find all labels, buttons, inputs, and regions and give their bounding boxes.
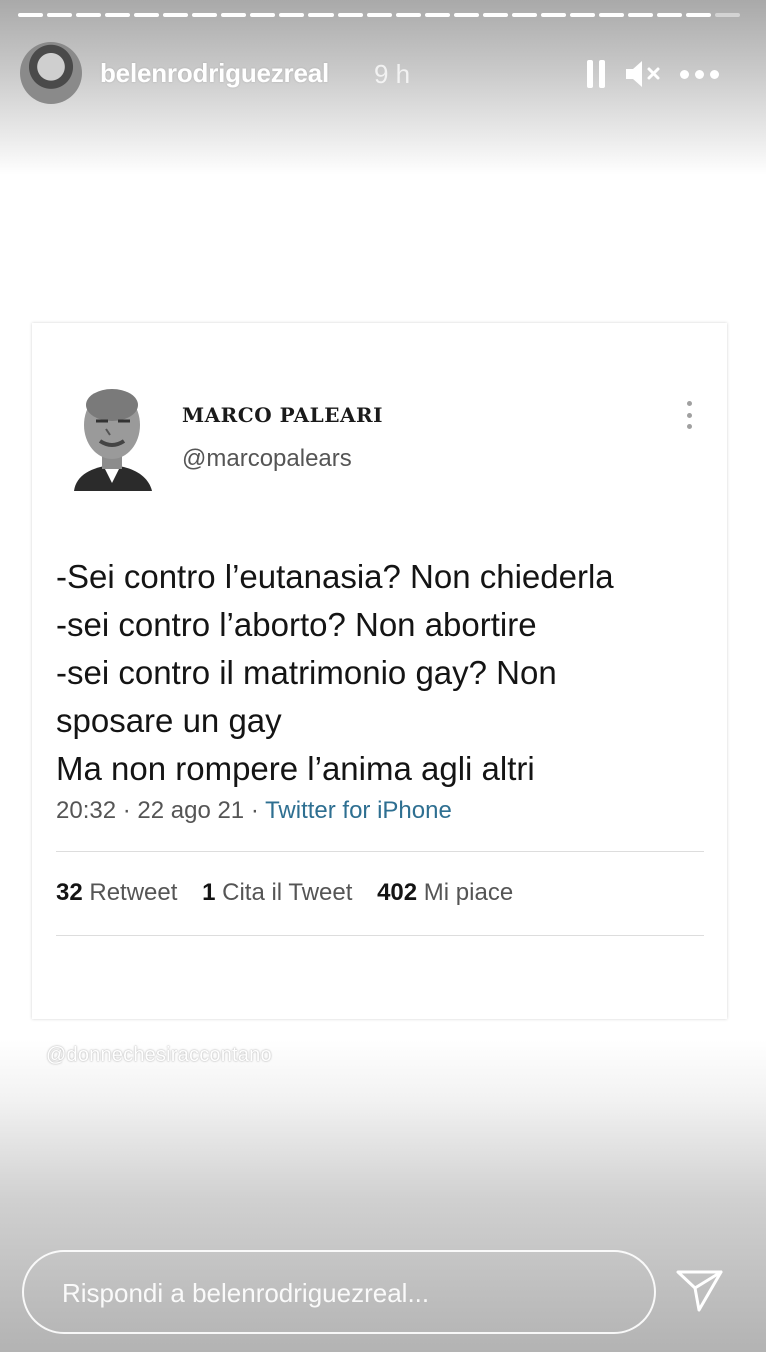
tweet-text: -Sei contro l’eutanasia? Non chiederla -… bbox=[56, 553, 716, 793]
progress-segment bbox=[308, 13, 334, 17]
progress-segment bbox=[337, 13, 363, 17]
tweet-text-line: -Sei contro l’eutanasia? Non chiederla bbox=[56, 558, 614, 595]
progress-segment bbox=[18, 13, 44, 17]
tweet-author-handle[interactable]: @marcopalears bbox=[182, 445, 352, 473]
progress-segment bbox=[657, 13, 683, 17]
progress-segment bbox=[366, 13, 392, 17]
tweet-card: MARCO PALEARI @marcopalears -Sei contro … bbox=[32, 323, 727, 1019]
send-icon[interactable] bbox=[675, 1268, 725, 1314]
progress-segment bbox=[105, 13, 131, 17]
tweet-source: Twitter for iPhone bbox=[265, 797, 452, 824]
progress-segment bbox=[511, 13, 537, 17]
like-count: 402 bbox=[377, 879, 418, 906]
tweet-author-name[interactable]: MARCO PALEARI bbox=[182, 403, 383, 427]
progress-segment bbox=[598, 13, 624, 17]
progress-segment bbox=[569, 13, 595, 17]
retweet-count: 32 bbox=[56, 879, 83, 906]
reply-placeholder: Rispondi a belenrodriguezreal... bbox=[62, 1278, 430, 1308]
progress-segment bbox=[279, 13, 305, 17]
tweet-text-line: -sei contro l’aborto? Non abortire bbox=[56, 606, 537, 643]
pause-icon[interactable] bbox=[584, 58, 608, 90]
quote-label: Cita il Tweet bbox=[222, 879, 353, 906]
story-progress-bar bbox=[18, 13, 741, 17]
progress-segment bbox=[134, 13, 160, 17]
more-options-icon[interactable] bbox=[676, 58, 722, 90]
progress-segment bbox=[482, 13, 508, 17]
story-timestamp: 9 h bbox=[374, 59, 411, 89]
mute-icon[interactable] bbox=[624, 58, 664, 90]
tweet-date: 20:32 · 22 ago 21 · bbox=[56, 797, 266, 824]
progress-segment bbox=[76, 13, 102, 17]
profile-avatar[interactable] bbox=[20, 42, 82, 104]
progress-segment bbox=[250, 13, 276, 17]
divider bbox=[56, 851, 704, 852]
quote-count: 1 bbox=[202, 879, 216, 906]
progress-segment bbox=[424, 13, 450, 17]
like-label: Mi piace bbox=[423, 879, 514, 906]
progress-segment bbox=[540, 13, 566, 17]
progress-segment bbox=[163, 13, 189, 17]
retweet-label: Retweet bbox=[89, 879, 178, 906]
story-header: belenrodriguezreal 9 h bbox=[18, 40, 748, 108]
progress-segment bbox=[47, 13, 73, 17]
tweet-text-line: -sei contro il matrimonio gay? Non bbox=[56, 654, 557, 691]
progress-segment bbox=[221, 13, 247, 17]
tweet-timestamp: 20:32 · 22 ago 21 · Twitter for iPhone bbox=[56, 797, 452, 825]
tweet-stats: 32 Retweet 1 Cita il Tweet 402 Mi piace bbox=[56, 879, 513, 907]
progress-segment bbox=[395, 13, 421, 17]
tweet-text-line: Ma non rompere l’anima agli altri bbox=[56, 750, 535, 787]
story-viewer: belenrodriguezreal 9 h MARCO PALEARI @ma… bbox=[0, 0, 766, 1352]
story-watermark: @donnechesiraccontano bbox=[46, 1044, 272, 1066]
progress-segment bbox=[453, 13, 479, 17]
reply-input[interactable]: Rispondi a belenrodriguezreal... bbox=[22, 1250, 656, 1334]
divider bbox=[56, 935, 704, 936]
profile-username[interactable]: belenrodriguezreal bbox=[100, 58, 329, 89]
progress-segment bbox=[627, 13, 654, 17]
tweet-more-icon bbox=[681, 401, 697, 429]
progress-segment bbox=[686, 13, 712, 17]
progress-segment bbox=[192, 13, 218, 17]
tweet-text-line: sposare un gay bbox=[56, 702, 282, 739]
tweet-author-avatar bbox=[66, 383, 158, 491]
progress-segment bbox=[715, 13, 741, 17]
